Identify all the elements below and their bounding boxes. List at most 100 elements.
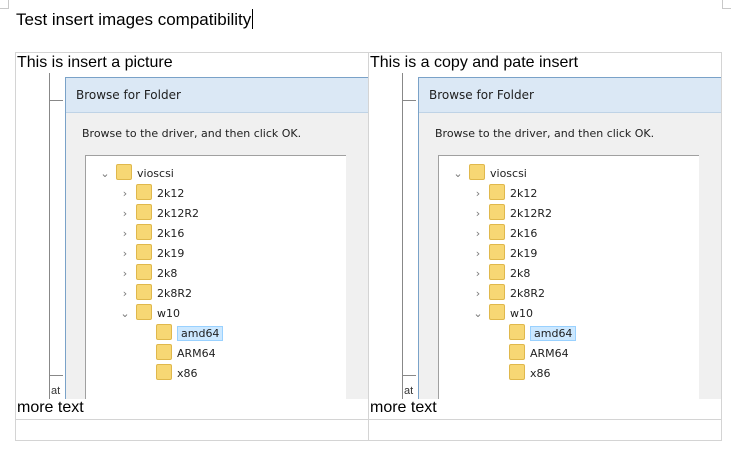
tree-item: › 2k16 — [471, 224, 537, 244]
background-tick — [402, 375, 416, 376]
tree-item-label: 2k8R2 — [157, 287, 193, 300]
chevron-right-icon: › — [122, 207, 128, 220]
dialog-instruction: Browse to the driver, and then click OK. — [435, 127, 655, 140]
tree-item: › 2k12 — [471, 184, 537, 204]
left-more-text: more text — [17, 399, 84, 416]
tree-item: ARM64 — [138, 344, 216, 364]
background-tick — [402, 100, 416, 101]
tree-item: ⌄ w10 — [471, 304, 533, 324]
tree-item-label: vioscsi — [137, 167, 174, 180]
tree-item-label: x86 — [530, 367, 551, 380]
tree-item: x86 — [138, 364, 198, 384]
chevron-right-icon: › — [122, 227, 128, 240]
tree-item: x86 — [491, 364, 551, 384]
folder-icon — [156, 324, 172, 340]
inserted-picture-left[interactable]: at Browse for Folder Browse to the driver,… — [16, 73, 368, 399]
folder-icon — [509, 324, 525, 340]
document-title[interactable]: Test insert images compatibility — [16, 9, 254, 30]
tree-item-label: 2k19 — [157, 247, 185, 260]
folder-icon — [136, 184, 152, 200]
chevron-right-icon: › — [475, 247, 481, 260]
chevron-right-icon: › — [475, 207, 481, 220]
inserted-picture-right[interactable]: at Browse for Folder Browse to the driver,… — [369, 73, 721, 399]
tree-item-label: 2k8R2 — [510, 287, 546, 300]
tree-item: ⌄ vioscsi — [98, 164, 174, 184]
dialog-body: Browse to the driver, and then click OK.… — [419, 113, 721, 399]
tree-item: › 2k12R2 — [118, 204, 199, 224]
tree-item-label: 2k12R2 — [510, 207, 553, 220]
table-cell-empty-right[interactable] — [368, 419, 722, 441]
table-cell-right[interactable]: This is a copy and pate insert at Browse … — [368, 52, 722, 420]
tree-item: › 2k19 — [471, 244, 537, 264]
background-line — [49, 73, 50, 399]
tree-item: › 2k12 — [118, 184, 184, 204]
folder-icon — [489, 184, 505, 200]
tree-item-label: 2k8 — [157, 267, 178, 280]
tree-item: › 2k16 — [118, 224, 184, 244]
browse-folder-dialog: Browse for Folder Browse to the driver, a… — [65, 77, 368, 399]
tree-item: › 2k19 — [118, 244, 184, 264]
folder-icon — [489, 284, 505, 300]
left-caption: This is insert a picture — [17, 54, 173, 71]
chevron-right-icon: › — [475, 287, 481, 300]
chevron-down-icon: ⌄ — [120, 307, 130, 320]
dialog-body: Browse to the driver, and then click OK.… — [66, 113, 368, 399]
tree-item: › 2k8R2 — [118, 284, 192, 304]
tree-item-label: w10 — [157, 307, 180, 320]
tree-item: › 2k8R2 — [471, 284, 545, 304]
folder-icon — [489, 204, 505, 220]
chevron-down-icon: ⌄ — [453, 167, 463, 180]
dialog-title: Browse for Folder — [419, 78, 721, 113]
tree-item-label: ARM64 — [177, 347, 216, 360]
page-corner-mark-left — [0, 0, 9, 9]
tree-item: ⌄ w10 — [118, 304, 180, 324]
folder-icon — [489, 264, 505, 280]
folder-icon — [136, 304, 152, 320]
folder-icon — [156, 364, 172, 380]
folder-icon — [156, 344, 172, 360]
browse-folder-dialog: Browse for Folder Browse to the driver, a… — [418, 77, 721, 399]
chevron-right-icon: › — [475, 267, 481, 280]
chevron-right-icon: › — [122, 247, 128, 260]
tree-item-label: vioscsi — [490, 167, 527, 180]
document-table[interactable]: This is insert a picture at Browse for Fo… — [15, 52, 722, 441]
tree-item: › 2k8 — [471, 264, 530, 284]
tree-item: › 2k12R2 — [471, 204, 552, 224]
tree-item: amd64 — [491, 324, 577, 344]
folder-icon — [509, 364, 525, 380]
tree-item: ⌄ vioscsi — [451, 164, 527, 184]
dialog-instruction: Browse to the driver, and then click OK. — [82, 127, 302, 140]
table-cell-left[interactable]: This is insert a picture at Browse for Fo… — [15, 52, 369, 420]
tree-item-label: 2k16 — [510, 227, 538, 240]
dialog-screenshot-left: at Browse for Folder Browse to the driver,… — [49, 73, 368, 399]
right-caption: This is a copy and pate insert — [370, 54, 579, 71]
tree-item-label: 2k12R2 — [157, 207, 200, 220]
text-caret — [252, 9, 254, 29]
tree-item-label: 2k12 — [510, 187, 538, 200]
chevron-right-icon: › — [475, 227, 481, 240]
tree-item-label: ARM64 — [530, 347, 569, 360]
tree-item: › 2k8 — [118, 264, 177, 284]
background-line — [402, 73, 403, 399]
dialog-screenshot-right: at Browse for Folder Browse to the driver,… — [402, 73, 721, 399]
page-corner-mark-right — [722, 0, 731, 9]
tree-item-label: 2k8 — [510, 267, 531, 280]
folder-icon — [116, 164, 132, 180]
folder-icon — [136, 284, 152, 300]
tree-item-label: 2k12 — [157, 187, 185, 200]
table-cell-empty-left[interactable] — [15, 419, 369, 441]
dialog-title: Browse for Folder — [66, 78, 368, 113]
folder-icon — [489, 304, 505, 320]
tree-item-label: amd64 — [530, 326, 577, 341]
chevron-right-icon: › — [122, 267, 128, 280]
right-more-text: more text — [370, 399, 437, 416]
tree-item-label: 2k16 — [157, 227, 185, 240]
folder-icon — [136, 244, 152, 260]
folder-icon — [136, 264, 152, 280]
folder-icon — [489, 244, 505, 260]
chevron-down-icon: ⌄ — [473, 307, 483, 320]
background-tick — [49, 375, 63, 376]
chevron-down-icon: ⌄ — [100, 167, 110, 180]
folder-tree: ⌄ vioscsi › 2k12 › 2k12R2 › 2k16 › 2k19 › 2k8 › 2k8R2… — [438, 155, 699, 399]
folder-icon — [509, 344, 525, 360]
